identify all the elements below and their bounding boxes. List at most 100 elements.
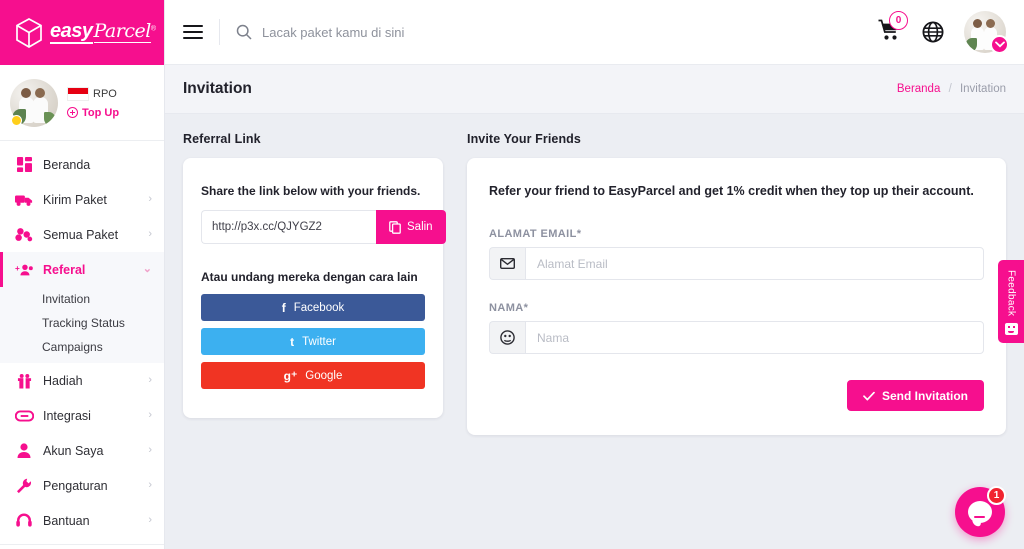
feedback-tab[interactable]: Feedback xyxy=(998,260,1024,343)
hamburger-icon[interactable] xyxy=(183,21,203,43)
chevron-down-icon xyxy=(990,35,1009,54)
search-area xyxy=(236,24,878,40)
share-twitter-button[interactable]: t Twitter xyxy=(201,328,425,355)
toolbar-divider xyxy=(219,19,220,45)
sidebar-divider xyxy=(0,544,164,545)
brand-logo[interactable]: easyParcel® xyxy=(0,0,164,65)
invite-lead-text: Refer your friend to EasyParcel and get … xyxy=(489,184,984,198)
sidebar-item-bantuan[interactable]: Bantuan › xyxy=(0,503,164,538)
truck-icon xyxy=(14,193,34,207)
twitter-icon: t xyxy=(290,335,294,349)
check-icon xyxy=(863,391,875,401)
status-dot xyxy=(11,115,22,126)
email-field-label: ALAMAT EMAIL* xyxy=(489,228,984,240)
smiley-icon xyxy=(1005,323,1018,335)
facebook-icon: f xyxy=(282,301,286,315)
person-circle-icon xyxy=(489,321,525,354)
sidebar-label: Integrasi xyxy=(43,409,91,423)
search-input[interactable] xyxy=(262,25,562,40)
user-menu-button[interactable] xyxy=(964,11,1006,53)
breadcrumb-home[interactable]: Beranda xyxy=(897,83,940,95)
app-root: easyParcel® RPO Top Up xyxy=(0,0,1024,549)
wrench-icon xyxy=(14,478,34,494)
sidebar-subitem-invitation[interactable]: Invitation xyxy=(0,287,164,311)
chevron-right-icon: › xyxy=(148,445,152,456)
referral-link-input[interactable] xyxy=(201,210,376,244)
user-icon xyxy=(14,443,34,458)
sidebar-nav: Beranda Kirim Paket › Semua Paket › + xyxy=(0,141,164,549)
sidebar-subitem-tracking-status[interactable]: Tracking Status xyxy=(0,311,164,335)
send-invitation-label: Send Invitation xyxy=(882,389,968,403)
chat-button[interactable]: 1 xyxy=(955,487,1005,537)
main-area: 0 xyxy=(165,0,1024,549)
link-icon xyxy=(14,410,34,422)
name-field-label: NAMA* xyxy=(489,302,984,314)
sidebar-label: Kirim Paket xyxy=(43,193,107,207)
alt-invite-title: Atau undang mereka dengan cara lain xyxy=(201,270,425,284)
copy-link-label: Salin xyxy=(407,221,433,233)
name-input-group xyxy=(489,321,984,354)
chevron-right-icon: › xyxy=(148,375,152,386)
sidebar-item-beranda[interactable]: Beranda xyxy=(0,147,164,182)
share-facebook-label: Facebook xyxy=(294,302,345,314)
sidebar-label: Beranda xyxy=(43,158,90,172)
sidebar-label: Referal xyxy=(43,263,85,277)
top-up-label: Top Up xyxy=(82,107,119,119)
send-invitation-button[interactable]: Send Invitation xyxy=(847,380,984,411)
google-plus-icon: g⁺ xyxy=(284,369,298,383)
chevron-right-icon: › xyxy=(148,229,152,240)
dashboard-icon xyxy=(14,157,34,172)
search-icon[interactable] xyxy=(236,24,252,40)
name-input[interactable] xyxy=(525,321,984,354)
sidebar-item-pengaturan[interactable]: Pengaturan › xyxy=(0,468,164,503)
sidebar-item-akun-saya[interactable]: Akun Saya › xyxy=(0,433,164,468)
breadcrumb-current: Invitation xyxy=(960,83,1006,95)
sidebar-item-semua-paket[interactable]: Semua Paket › xyxy=(0,217,164,252)
sidebar-label: Akun Saya xyxy=(43,444,103,458)
headset-icon xyxy=(14,513,34,528)
share-facebook-button[interactable]: f Facebook xyxy=(201,294,425,321)
share-google-label: Google xyxy=(305,370,342,382)
envelope-icon xyxy=(489,247,525,280)
chevron-right-icon: › xyxy=(148,410,152,421)
submit-row: Send Invitation xyxy=(489,380,984,411)
share-instruction-text: Share the link below with your friends. xyxy=(201,184,425,198)
gift-icon xyxy=(14,373,34,389)
sidebar-label: Hadiah xyxy=(43,374,83,388)
logo-parcel-text: Parcel xyxy=(94,22,151,43)
sidebar-item-integrasi[interactable]: Integrasi › xyxy=(0,398,164,433)
breadcrumb: Beranda / Invitation xyxy=(897,83,1006,95)
svg-text:+: + xyxy=(15,263,20,272)
sidebar-subitem-campaigns[interactable]: Campaigns xyxy=(0,335,164,359)
cart-button[interactable]: 0 xyxy=(878,19,902,46)
indonesia-flag-icon xyxy=(67,87,89,101)
chat-bubble-icon xyxy=(968,501,992,523)
sidebar-label: Pengaturan xyxy=(43,479,108,493)
email-input[interactable] xyxy=(525,247,984,280)
sidebar-item-hadiah[interactable]: Hadiah › xyxy=(0,363,164,398)
copy-icon xyxy=(389,221,401,234)
account-label: RPO xyxy=(93,88,117,100)
sidebar-item-referal[interactable]: + Referal ⌄ xyxy=(0,252,164,287)
sidebar: easyParcel® RPO Top Up xyxy=(0,0,165,549)
share-google-button[interactable]: g⁺ Google xyxy=(201,362,425,389)
email-input-group xyxy=(489,247,984,280)
toolbar-actions: 0 xyxy=(878,11,1006,53)
sidebar-profile[interactable]: RPO Top Up xyxy=(0,65,164,141)
registered-mark: ® xyxy=(151,26,156,33)
page-header: Invitation Beranda / Invitation xyxy=(165,65,1024,114)
plus-circle-icon xyxy=(67,107,78,118)
page-title: Invitation xyxy=(183,80,252,98)
chevron-right-icon: › xyxy=(148,480,152,491)
copy-link-button[interactable]: Salin xyxy=(376,210,446,244)
sidebar-label: Bantuan xyxy=(43,514,90,528)
referral-link-column: Referral Link Share the link below with … xyxy=(183,132,443,435)
content-area: Referral Link Share the link below with … xyxy=(165,114,1024,435)
top-up-link[interactable]: Top Up xyxy=(67,107,119,119)
sidebar-item-kirim-paket[interactable]: Kirim Paket › xyxy=(0,182,164,217)
globe-icon[interactable] xyxy=(922,21,944,43)
invite-friends-column: Invite Your Friends Refer your friend to… xyxy=(467,132,1006,435)
referral-link-card: Share the link below with your friends. … xyxy=(183,158,443,418)
boxes-icon xyxy=(14,227,34,242)
referral-link-row: Salin xyxy=(201,210,425,244)
